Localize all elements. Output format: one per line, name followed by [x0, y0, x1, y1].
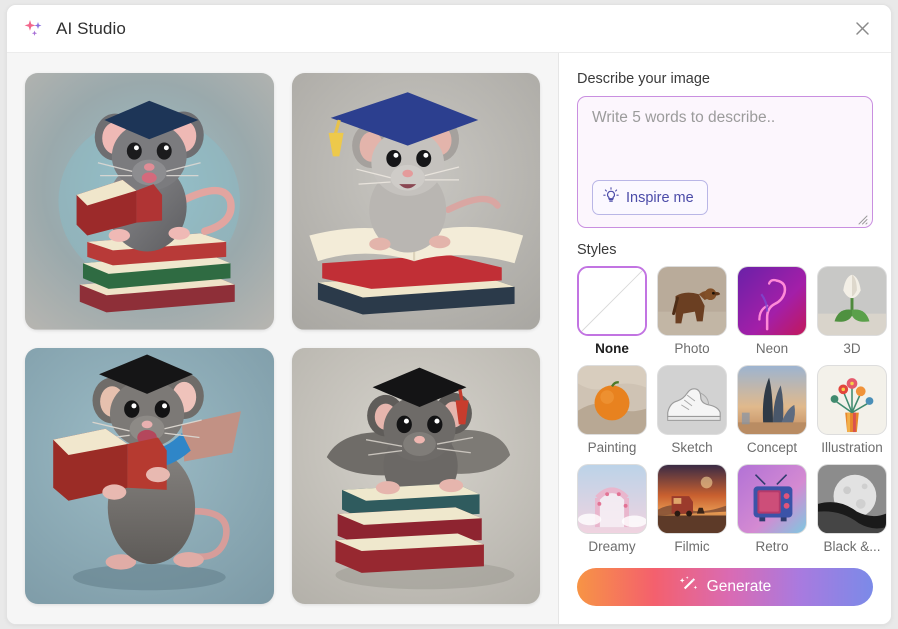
- none-diagonal-icon: [577, 266, 647, 336]
- style-label: Concept: [746, 440, 798, 455]
- styles-grid: None Photo Neon 3D Painting Sketch Conce…: [577, 266, 887, 554]
- styles-label: Styles: [577, 242, 617, 258]
- sparkles-icon: [23, 18, 45, 40]
- lightbulb-icon: [603, 187, 619, 208]
- style-option-neon[interactable]: Neon: [737, 266, 807, 356]
- concept-building-thumb: [737, 365, 807, 435]
- style-label: Neon: [755, 341, 789, 356]
- orange-painting-thumb: [577, 365, 647, 435]
- style-label: 3D: [843, 341, 861, 356]
- resize-grip-icon[interactable]: [856, 212, 868, 225]
- neon-flamingo-thumb: [737, 266, 807, 336]
- generate-section: Generate: [577, 554, 873, 624]
- style-label: Painting: [587, 440, 637, 455]
- retro-tv-thumb: [737, 464, 807, 534]
- inspire-me-label: Inspire me: [626, 189, 694, 206]
- style-label: None: [595, 341, 629, 356]
- close-icon[interactable]: [847, 14, 877, 44]
- filmic-sunset-van-thumb: [657, 464, 727, 534]
- window-body: Describe your image Write 5 words to des…: [7, 53, 891, 624]
- style-label: Photo: [674, 341, 710, 356]
- controls-pane: Describe your image Write 5 words to des…: [559, 53, 891, 624]
- generated-image-4[interactable]: [291, 347, 540, 604]
- style-label: Sketch: [671, 440, 713, 455]
- style-option-3d[interactable]: 3D: [817, 266, 887, 356]
- generate-button[interactable]: Generate: [577, 568, 873, 606]
- app-title: AI Studio: [56, 18, 126, 38]
- style-option-sketch[interactable]: Sketch: [657, 365, 727, 455]
- style-option-concept[interactable]: Concept: [737, 365, 807, 455]
- prompt-placeholder: Write 5 words to describe..: [592, 109, 776, 126]
- style-option-photo[interactable]: Photo: [657, 266, 727, 356]
- dreamy-arch-thumb: [577, 464, 647, 534]
- moon-black-white-thumb: [817, 464, 887, 534]
- prompt-input[interactable]: Write 5 words to describe.. Inspire me: [577, 96, 873, 228]
- magic-wand-icon: [679, 575, 698, 599]
- style-option-none[interactable]: None: [577, 266, 647, 356]
- ai-studio-window: AI Studio Describe your image Write 5 wo…: [6, 4, 892, 625]
- generate-label: Generate: [706, 578, 772, 595]
- style-option-black-and-white[interactable]: Black &...: [817, 464, 887, 554]
- flower-vase-illustration-thumb: [817, 365, 887, 435]
- style-option-illustration[interactable]: Illustration: [817, 365, 887, 455]
- dog-photo-thumb: [657, 266, 727, 336]
- style-option-filmic[interactable]: Filmic: [657, 464, 727, 554]
- titlebar: AI Studio: [7, 5, 891, 53]
- generated-image-2[interactable]: [291, 73, 540, 330]
- prompt-label: Describe your image: [577, 71, 710, 87]
- style-option-dreamy[interactable]: Dreamy: [577, 464, 647, 554]
- style-label: Retro: [755, 539, 789, 554]
- style-option-retro[interactable]: Retro: [737, 464, 807, 554]
- style-label: Dreamy: [588, 539, 636, 554]
- tulip-3d-thumb: [817, 266, 887, 336]
- style-option-painting[interactable]: Painting: [577, 365, 647, 455]
- style-label: Illustration: [821, 440, 883, 455]
- image-gallery-pane: [7, 53, 559, 624]
- image-grid: [25, 73, 540, 604]
- generated-image-1[interactable]: [25, 73, 274, 330]
- style-label: Filmic: [674, 539, 710, 554]
- style-label: Black &...: [823, 539, 881, 554]
- generated-image-3[interactable]: [25, 347, 274, 604]
- sneaker-sketch-thumb: [657, 365, 727, 435]
- inspire-me-button[interactable]: Inspire me: [592, 180, 708, 215]
